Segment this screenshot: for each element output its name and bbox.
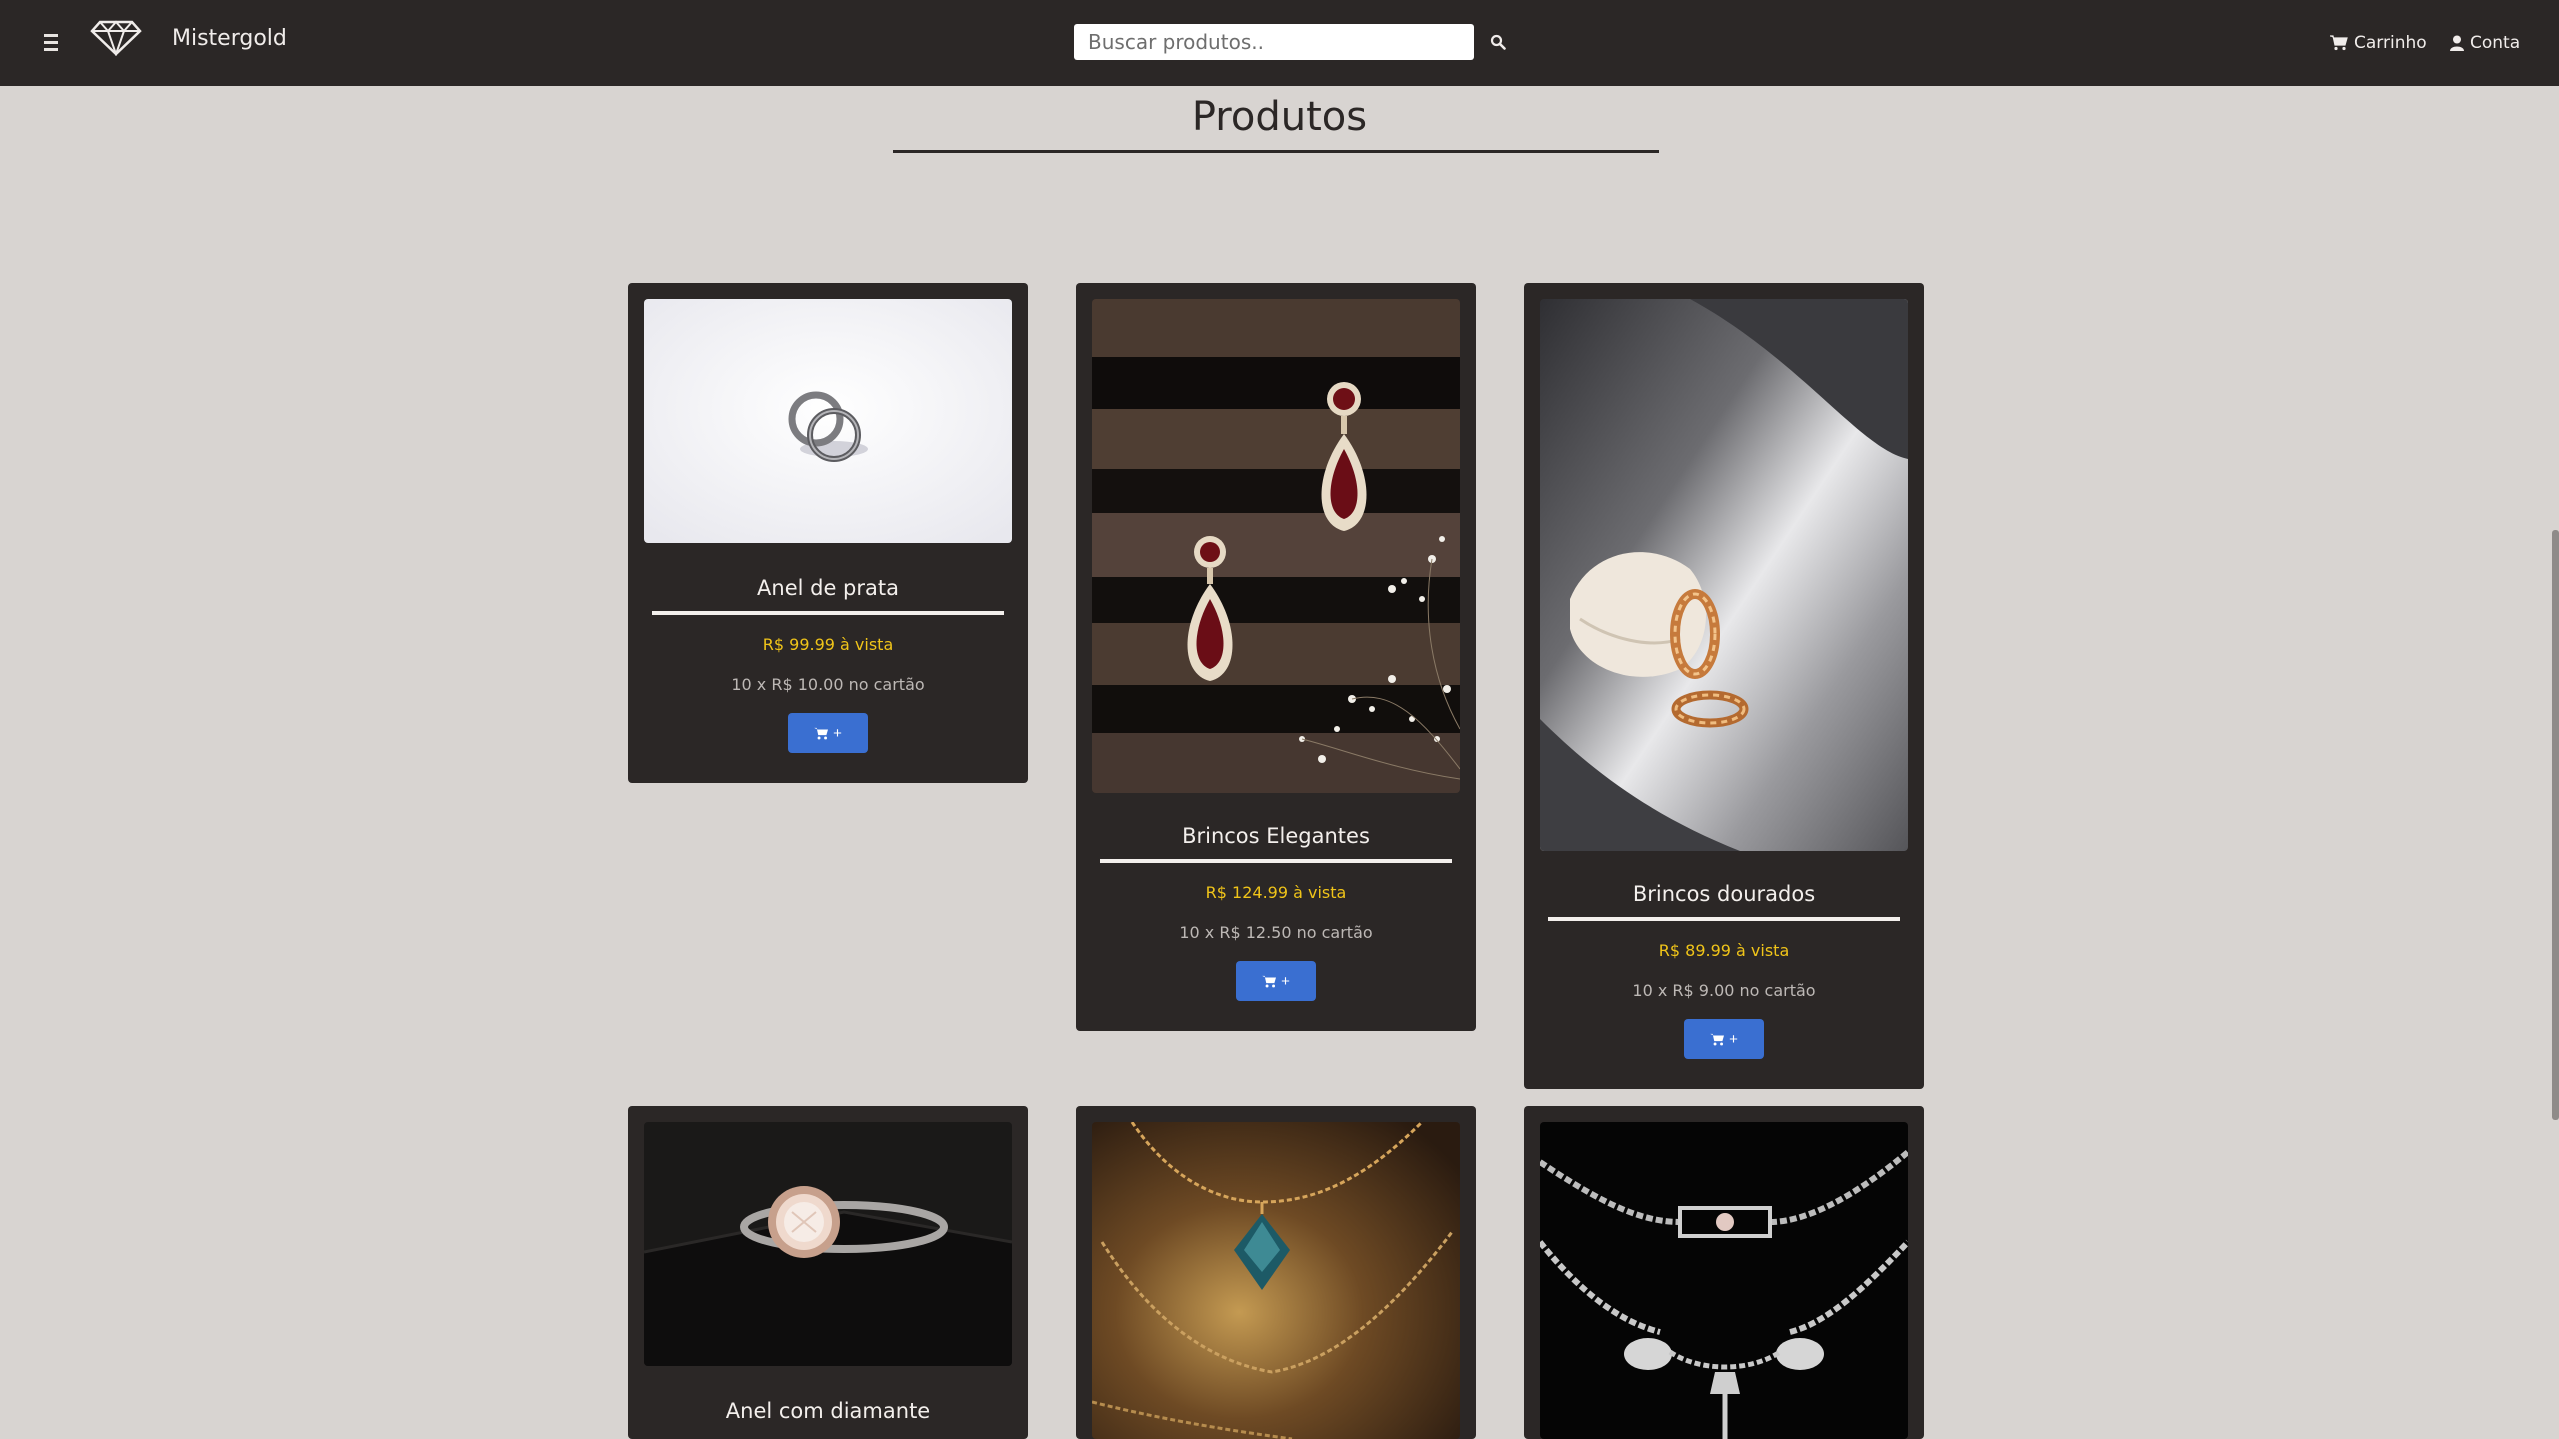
search-input[interactable]	[1074, 24, 1474, 60]
product-installments: 10 x R$ 9.00 no cartão	[1632, 981, 1816, 1000]
product-card[interactable]: Anel de prata R$ 99.99 à vista 10 x R$ 1…	[628, 283, 1028, 783]
add-to-cart-button[interactable]: +	[1236, 961, 1316, 1001]
product-name[interactable]: Anel de prata	[628, 573, 1028, 603]
product-price: R$ 89.99 à vista	[1658, 941, 1790, 960]
account-label: Conta	[2470, 33, 2521, 53]
hamburger-menu-icon[interactable]	[44, 30, 64, 54]
cart-icon	[814, 727, 829, 739]
product-info: Brincos Elegantes R$ 124.99 à vista 10 x…	[1076, 821, 1476, 1001]
add-button-label: +	[1281, 972, 1290, 990]
product-image[interactable]	[1092, 1122, 1460, 1439]
user-icon	[2450, 35, 2464, 51]
cart-link[interactable]: Carrinho	[2330, 30, 2427, 56]
add-to-cart-button[interactable]: +	[788, 713, 868, 753]
product-image[interactable]	[644, 1122, 1012, 1366]
cart-icon	[1710, 1033, 1725, 1045]
product-image[interactable]	[1092, 299, 1460, 793]
product-image[interactable]	[1540, 1122, 1908, 1439]
add-button-label: +	[1729, 1030, 1738, 1048]
top-navbar: Mistergold Carrinho Conta	[0, 0, 2559, 86]
product-card[interactable]: Brincos Elegantes R$ 124.99 à vista 10 x…	[1076, 283, 1476, 1031]
title-divider	[893, 150, 1659, 153]
product-image[interactable]	[1540, 299, 1908, 851]
product-card[interactable]: Brincos dourados R$ 89.99 à vista 10 x R…	[1524, 283, 1924, 1089]
brand-name[interactable]: Mistergold	[172, 26, 287, 51]
product-card[interactable]: Anel com diamante	[628, 1106, 1028, 1439]
product-card[interactable]	[1076, 1106, 1476, 1439]
page-scrollbar[interactable]	[2552, 530, 2559, 1120]
gold-hoop-earrings-photo	[1540, 299, 1908, 851]
product-info: Anel de prata R$ 99.99 à vista 10 x R$ 1…	[628, 573, 1028, 753]
ruby-drop-earrings-photo	[1092, 299, 1460, 793]
add-to-cart-button[interactable]: +	[1684, 1019, 1764, 1059]
product-card[interactable]	[1524, 1106, 1924, 1439]
page-title: Produtos	[1191, 94, 1368, 140]
product-name[interactable]: Brincos Elegantes	[1076, 821, 1476, 851]
blue-pendant-necklace-photo	[1092, 1122, 1460, 1439]
product-image[interactable]	[644, 299, 1012, 543]
cart-icon	[1262, 975, 1277, 987]
product-installments: 10 x R$ 12.50 no cartão	[1179, 923, 1373, 942]
search-button[interactable]	[1484, 28, 1512, 56]
product-price: R$ 99.99 à vista	[762, 635, 894, 654]
silver-rings-photo	[644, 299, 1012, 543]
name-divider	[1100, 859, 1452, 863]
cart-label: Carrinho	[2354, 33, 2427, 53]
product-name[interactable]: Brincos dourados	[1524, 879, 1924, 909]
add-button-label: +	[833, 724, 842, 742]
search-icon	[1490, 34, 1506, 50]
product-price: R$ 124.99 à vista	[1205, 883, 1347, 902]
name-divider	[652, 611, 1004, 615]
product-info: Anel com diamante	[628, 1396, 1028, 1426]
cart-icon	[2330, 35, 2348, 51]
product-installments: 10 x R$ 10.00 no cartão	[731, 675, 925, 694]
diamond-ring-photo	[644, 1122, 1012, 1366]
diamond-necklace-photo	[1540, 1122, 1908, 1439]
product-info: Brincos dourados R$ 89.99 à vista 10 x R…	[1524, 879, 1924, 1059]
product-name[interactable]: Anel com diamante	[628, 1396, 1028, 1426]
name-divider	[1548, 917, 1900, 921]
diamond-logo-icon[interactable]	[90, 16, 142, 56]
account-link[interactable]: Conta	[2450, 30, 2520, 56]
